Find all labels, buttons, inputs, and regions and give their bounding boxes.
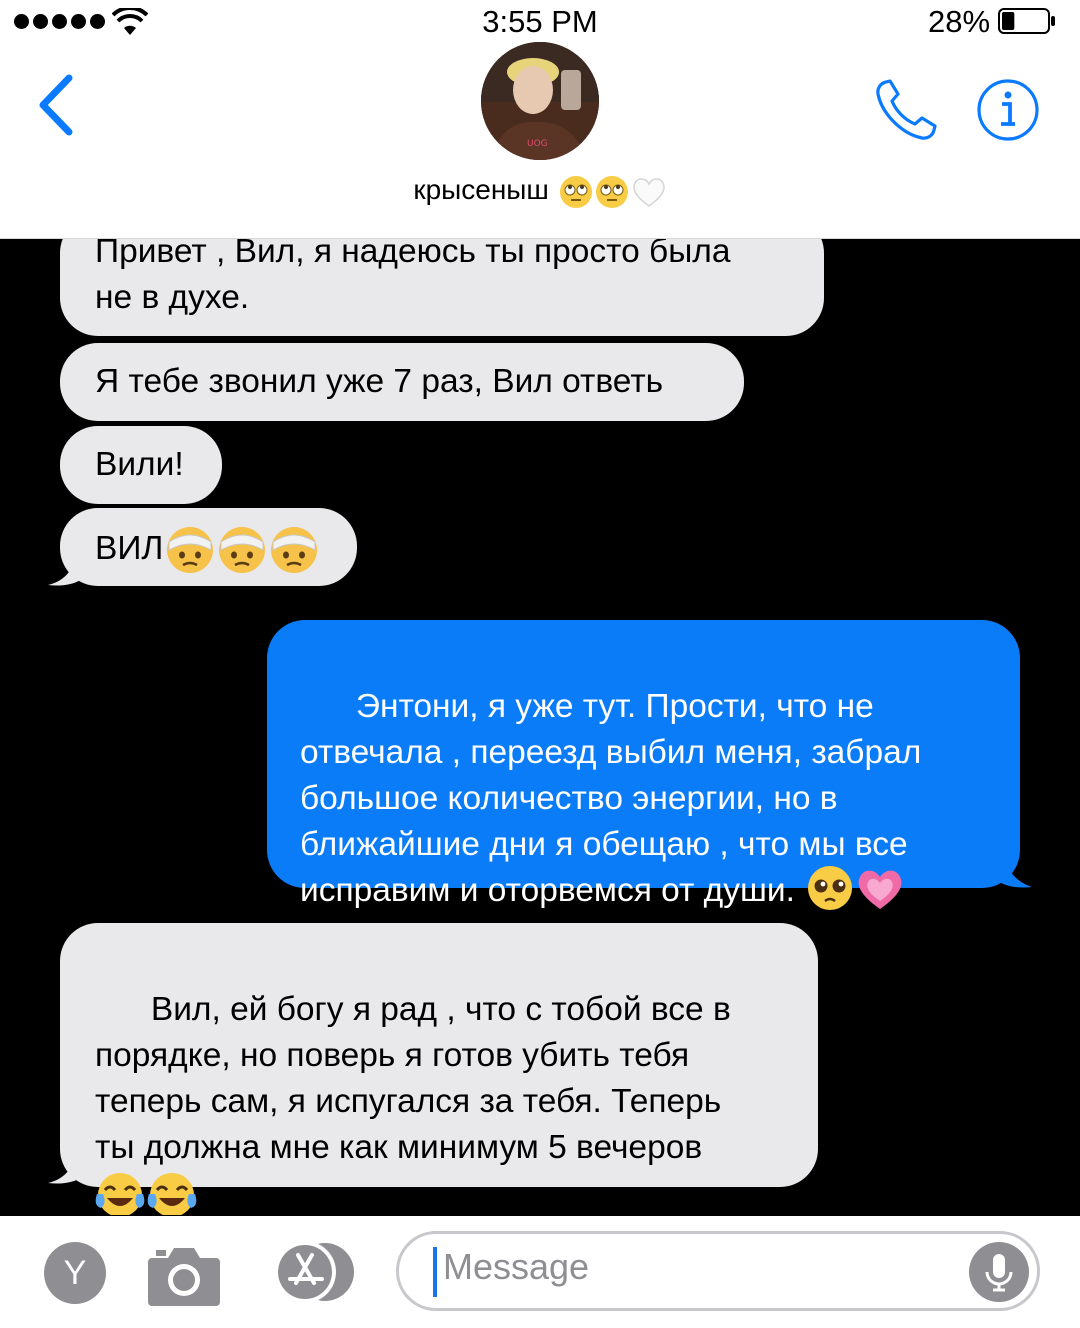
bandaged-face-emoji-icon [271,527,318,573]
avatar-photo: UOG [481,42,599,160]
pleading-face-emoji-icon [808,866,853,911]
received-message-bubble[interactable]: Вили! [60,426,222,504]
contact-name[interactable]: крысеныш [0,174,1080,209]
bandaged-face-emoji-icon [219,527,266,573]
phone-icon[interactable] [872,78,938,144]
message-text-content: ВИЛ [95,530,164,567]
eye-roll-emoji-icon [559,175,592,208]
memoji-letter: Y [63,1254,87,1292]
microphone-icon [985,1254,1013,1292]
battery-percentage: 28% [928,4,991,39]
conversation-header: 3:55 PM 28% UOG крысеныш [0,0,1080,239]
microphone-button[interactable] [969,1242,1029,1302]
message-text-content: Вил, ей богу я рад , что с тобой все в п… [95,991,731,1166]
status-bar: 3:55 PM 28% [0,0,1080,44]
text-cursor [433,1247,437,1297]
received-message-bubble[interactable]: Вил, ей богу я рад , что с тобой все в п… [60,923,818,1215]
message-text: Вили! [95,446,184,483]
white-heart-emoji-icon [632,177,665,207]
message-text: Привет , Вил, я надеюсь ты просто была н… [95,239,731,316]
message-text: Я тебе звонил уже 7 раз, Вил ответь [95,363,664,400]
eye-roll-emoji-icon [595,175,628,208]
bandaged-face-emoji-icon [167,527,214,573]
sent-message-bubble[interactable]: Энтони, я уже тут. Прости, что не отвеча… [267,620,1020,911]
message-input-placeholder: Message [443,1246,590,1287]
app-store-icon[interactable] [270,1241,356,1303]
message-input[interactable]: Message [396,1231,1040,1311]
message-text: Энтони, я уже тут. Прости, что не отвеча… [300,638,921,960]
received-message-bubble[interactable]: ВИЛ [60,508,357,586]
svg-text:UOG: UOG [527,139,548,149]
contact-avatar[interactable]: UOG [481,42,599,160]
status-time: 3:55 PM [482,4,598,39]
message-input-bar: Y Message [0,1216,1080,1328]
growing-heart-emoji-icon [858,870,902,910]
message-text: Вил, ей богу я рад , что с тобой все в п… [95,941,731,1215]
camera-icon[interactable] [148,1244,220,1306]
info-icon[interactable] [976,78,1040,142]
message-thread[interactable]: Привет , Вил, я надеюсь ты просто была н… [0,239,1080,1215]
received-message-bubble[interactable]: Я тебе звонил уже 7 раз, Вил ответь [60,343,744,421]
message-text: ВИЛ [95,524,319,574]
contact-name-text: крысеныш [413,174,549,205]
tears-of-joy-emoji-icon [95,1173,145,1215]
battery-icon [998,8,1055,34]
tears-of-joy-emoji-icon [147,1173,197,1215]
back-chevron-icon[interactable] [36,74,76,136]
memoji-button[interactable]: Y [44,1242,106,1304]
received-message-bubble[interactable]: Привет , Вил, я надеюсь ты просто была н… [60,239,824,336]
